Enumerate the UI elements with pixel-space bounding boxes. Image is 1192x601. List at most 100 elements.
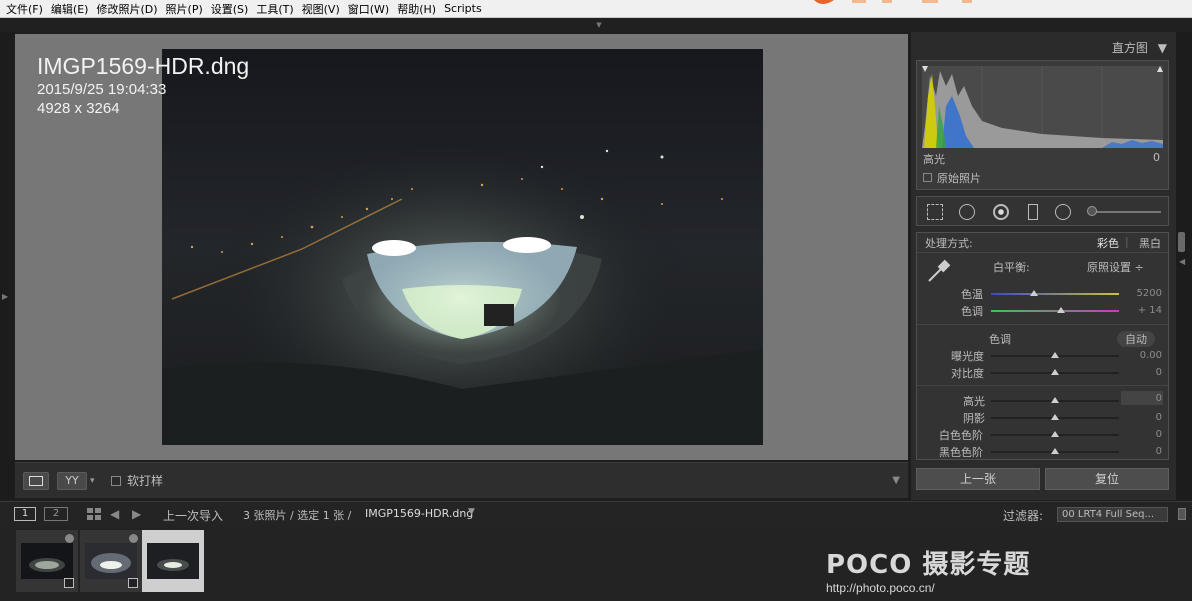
filmstrip-thumbnail[interactable]: [80, 530, 142, 592]
filename-dropdown-icon[interactable]: ▼: [468, 507, 475, 517]
thumbnail-image: [147, 543, 199, 579]
temp-label: 色温: [961, 288, 983, 301]
contrast-slider-thumb[interactable]: [1051, 369, 1059, 375]
reset-button[interactable]: 复位: [1045, 468, 1169, 490]
left-panel-strip: ▶: [0, 32, 14, 500]
menu-develop[interactable]: 修改照片(D): [94, 1, 163, 17]
photo-filename: IMGP1569-HDR.dng: [37, 53, 250, 79]
menu-file[interactable]: 文件(F): [4, 1, 49, 17]
histogram-region-label: 高光: [923, 153, 945, 166]
secondary-display-button[interactable]: 2: [44, 507, 68, 521]
shadows-value[interactable]: 0: [1122, 412, 1162, 423]
white-balance-select[interactable]: 原照设置 ÷: [1087, 259, 1144, 275]
photo-dimensions: 4928 x 3264: [37, 100, 120, 117]
red-eye-icon[interactable]: [993, 204, 1009, 220]
filter-lock-icon[interactable]: [1178, 508, 1186, 520]
logo-fragment-icon: [814, 0, 972, 4]
spot-removal-icon[interactable]: [959, 204, 975, 220]
filmstrip-thumbnail-selected[interactable]: [142, 530, 204, 592]
adjustment-brush-slider[interactable]: [1089, 211, 1161, 213]
current-filename[interactable]: IMGP1569-HDR.dng: [365, 507, 473, 520]
filmstrip-thumbnail[interactable]: [16, 530, 78, 592]
main-photo[interactable]: [162, 49, 763, 445]
back-arrow-icon[interactable]: ◀: [110, 507, 119, 521]
histogram-title-label: 直方图: [1111, 41, 1148, 55]
soft-proof-checkbox[interactable]: [111, 476, 121, 486]
scrollbar-thumb[interactable]: [1178, 232, 1185, 252]
treatment-bw-option[interactable]: 黑白: [1139, 235, 1161, 251]
whites-value[interactable]: 0: [1122, 429, 1162, 440]
temp-slider-thumb[interactable]: [1030, 290, 1038, 296]
forward-arrow-icon[interactable]: ▶: [132, 507, 141, 521]
original-photo-label: 原始照片: [937, 172, 981, 185]
toolbar-menu-icon[interactable]: ▼: [892, 475, 900, 486]
exposure-value[interactable]: 0.00: [1122, 350, 1162, 361]
menu-view[interactable]: 视图(V): [300, 1, 346, 17]
shadows-label: 阴影: [963, 412, 985, 425]
grid-view-icon[interactable]: [87, 508, 101, 520]
auto-tone-button[interactable]: 自动: [1117, 331, 1155, 347]
filter-select[interactable]: 00 LRT4 Full Seq...: [1057, 507, 1168, 522]
loupe-view-icon: [29, 476, 43, 486]
soft-proof-label: 软打样: [127, 474, 164, 488]
treatment-label: 处理方式:: [925, 237, 973, 250]
highlights-value[interactable]: 0: [1122, 393, 1162, 404]
menu-bar: 文件(F) 编辑(E) 修改照片(D) 照片(P) 设置(S) 工具(T) 视图…: [0, 0, 1192, 18]
temp-slider[interactable]: [991, 293, 1119, 295]
histogram-graph[interactable]: [922, 66, 1163, 148]
shadows-slider-thumb[interactable]: [1051, 414, 1059, 420]
primary-display-button[interactable]: 1: [14, 507, 36, 521]
menu-window[interactable]: 窗口(W): [346, 1, 395, 17]
photo-datetime: 2015/9/25 19:04:33: [37, 81, 167, 98]
tint-slider[interactable]: [991, 310, 1119, 312]
menu-help[interactable]: 帮助(H): [395, 1, 442, 17]
loupe-toolbar: YY ▾ 软打样 ▼: [15, 462, 908, 498]
previous-button[interactable]: 上一张: [916, 468, 1040, 490]
crop-overlay-icon[interactable]: [927, 204, 943, 220]
photo-count: 3 张照片 / 选定 1 张 /: [243, 509, 352, 522]
loupe-view-button[interactable]: [23, 472, 49, 490]
tint-value[interactable]: + 14: [1122, 305, 1162, 316]
highlights-slider-thumb[interactable]: [1051, 397, 1059, 403]
right-panel-scrollbar[interactable]: ◀: [1176, 32, 1192, 500]
thumbnail-image: [21, 543, 73, 579]
menu-tools[interactable]: 工具(T): [254, 1, 299, 17]
divider: [917, 385, 1168, 386]
menu-photo[interactable]: 照片(P): [164, 1, 209, 17]
histogram-region-value: 0: [1153, 151, 1160, 164]
histogram-title[interactable]: 直方图 ▼: [1112, 39, 1167, 56]
exposure-slider-thumb[interactable]: [1051, 352, 1059, 358]
temp-value[interactable]: 5200: [1122, 288, 1162, 299]
photo-info-overlay: IMGP1569-HDR.dng 2015/9/25 19:04:33 4928…: [37, 52, 249, 118]
adjustment-brush-icon[interactable]: [1087, 206, 1097, 216]
menu-edit[interactable]: 编辑(E): [49, 1, 95, 17]
thumbnail-image: [85, 543, 137, 579]
menu-scripts[interactable]: Scripts: [442, 2, 488, 15]
graduated-filter-icon[interactable]: [1025, 204, 1041, 220]
left-panel-toggle-icon[interactable]: ▶: [2, 292, 8, 301]
contrast-value[interactable]: 0: [1122, 367, 1162, 378]
blacks-slider-thumb[interactable]: [1051, 448, 1059, 454]
tint-label: 色调: [961, 305, 983, 318]
tool-strip: [916, 196, 1169, 226]
source-label[interactable]: 上一次导入: [163, 507, 223, 524]
blacks-label: 黑色色阶: [939, 446, 983, 459]
menu-settings[interactable]: 设置(S): [209, 1, 255, 17]
tint-slider-thumb[interactable]: [1057, 307, 1065, 313]
white-balance-eyedropper-icon[interactable]: [925, 257, 953, 285]
whites-slider-thumb[interactable]: [1051, 431, 1059, 437]
top-panel-toggle-icon[interactable]: ▼: [594, 22, 604, 29]
compare-view-button[interactable]: YY: [57, 472, 87, 490]
filter-label: 过滤器:: [1003, 509, 1044, 523]
stadium-night-photo: [162, 49, 763, 445]
treatment-color-option[interactable]: 彩色: [1097, 235, 1119, 251]
original-photo-checkbox[interactable]: [923, 173, 932, 182]
blacks-value[interactable]: 0: [1122, 446, 1162, 457]
radial-filter-icon[interactable]: [1055, 204, 1071, 220]
white-balance-label: 白平衡:: [993, 261, 1030, 274]
panel-collapse-icon[interactable]: ▼: [1158, 41, 1167, 55]
compare-dropdown-icon[interactable]: ▾: [90, 476, 95, 486]
filmstrip-bar: 1 2 ◀ ▶ 上一次导入 3 张照片 / 选定 1 张 / IMGP1569-…: [0, 501, 1192, 526]
poco-watermark: POCO 摄影专题 http://photo.poco.cn/: [826, 544, 1030, 595]
right-panel-toggle-icon[interactable]: ◀: [1179, 257, 1185, 266]
